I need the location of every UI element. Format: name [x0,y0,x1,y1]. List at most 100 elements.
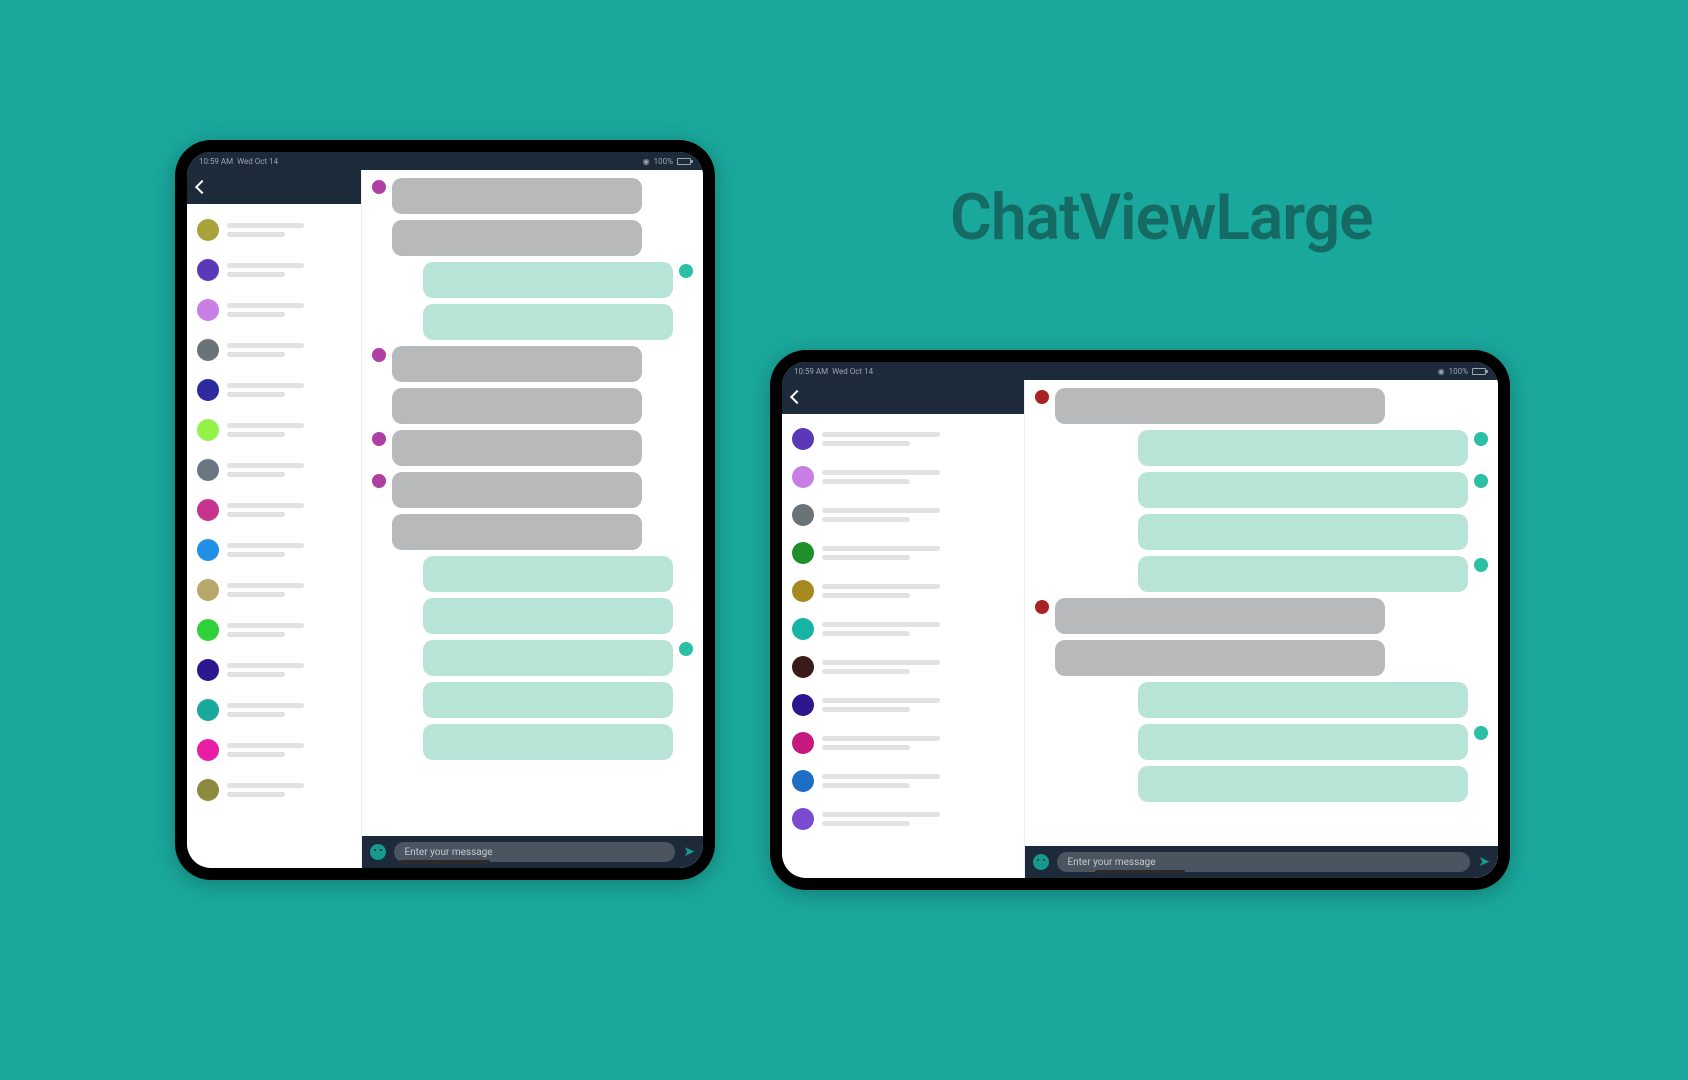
thread-item[interactable] [792,496,1018,534]
page-title: ChatViewLarge [950,180,1373,255]
sender-avatar [1474,474,1488,488]
message-outgoing [372,598,693,634]
message-bubble[interactable] [423,640,673,676]
thread-item[interactable] [197,690,355,730]
thread-item[interactable] [792,420,1018,458]
message-bubble[interactable] [423,556,673,592]
emoji-icon[interactable] [370,844,386,860]
avatar [197,379,219,401]
thread-item[interactable] [197,770,355,810]
thread-item[interactable] [197,410,355,450]
message-outgoing [1035,472,1488,508]
battery-icon [677,158,691,165]
avatar [792,466,814,488]
thread-item[interactable] [197,650,355,690]
message-bubble[interactable] [392,346,642,382]
thread-item[interactable] [792,534,1018,572]
thread-item[interactable] [197,610,355,650]
send-icon[interactable]: ➤ [1478,854,1490,870]
sender-avatar [679,264,693,278]
message-bubble[interactable] [1138,556,1468,592]
message-bubble[interactable] [392,220,642,256]
message-bubble[interactable] [1138,682,1468,718]
message-outgoing [1035,556,1488,592]
message-incoming [1035,640,1488,676]
message-input[interactable]: Enter your message [394,842,675,862]
message-bubble[interactable] [1138,766,1468,802]
thread-item[interactable] [792,610,1018,648]
message-bubble[interactable] [1138,472,1468,508]
sidebar [782,380,1025,878]
message-bubble[interactable] [423,262,673,298]
avatar [197,499,219,521]
thread-item[interactable] [792,572,1018,610]
thread-item[interactable] [792,800,1018,838]
thread-item[interactable] [792,724,1018,762]
message-bubble[interactable] [1055,640,1385,676]
avatar [792,580,814,602]
message-incoming [372,430,693,466]
emoji-icon[interactable] [1033,854,1049,870]
back-icon[interactable] [195,180,209,194]
thread-list[interactable] [782,414,1024,878]
thread-item[interactable] [197,730,355,770]
sender-avatar [372,348,386,362]
device-portrait: 10:59 AM Wed Oct 14 ◉ 100% Enter your me… [175,140,715,880]
device-landscape: 10:59 AM Wed Oct 14 ◉ 100% Enter your me… [770,350,1510,890]
thread-item[interactable] [197,210,355,250]
message-outgoing [372,640,693,676]
avatar [792,732,814,754]
sender-avatar [1035,600,1049,614]
thread-item[interactable] [197,490,355,530]
message-bubble[interactable] [392,472,642,508]
chat-pane: Enter your message ➤ [362,170,703,868]
message-bubble[interactable] [423,724,673,760]
thread-item[interactable] [197,370,355,410]
thread-item[interactable] [197,330,355,370]
message-bubble[interactable] [423,682,673,718]
home-indicator[interactable] [1095,870,1185,874]
sender-avatar [679,642,693,656]
home-indicator[interactable] [400,860,490,864]
thread-item[interactable] [792,686,1018,724]
message-bubble[interactable] [1138,724,1468,760]
message-bubble[interactable] [1055,388,1385,424]
message-bubble[interactable] [392,178,642,214]
message-outgoing [372,556,693,592]
message-bubble[interactable] [1138,514,1468,550]
avatar [197,339,219,361]
wifi-icon: ◉ [1438,367,1445,376]
avatar [197,419,219,441]
send-icon[interactable]: ➤ [683,844,695,860]
avatar [197,299,219,321]
message-outgoing [372,262,693,298]
back-icon[interactable] [790,390,804,404]
thread-item[interactable] [792,648,1018,686]
thread-item[interactable] [197,450,355,490]
avatar [197,699,219,721]
avatar [197,779,219,801]
thread-item[interactable] [792,762,1018,800]
thread-item[interactable] [792,458,1018,496]
message-outgoing [1035,682,1488,718]
thread-item[interactable] [197,250,355,290]
thread-item[interactable] [197,530,355,570]
message-outgoing [372,304,693,340]
message-incoming [1035,598,1488,634]
message-input[interactable]: Enter your message [1057,852,1470,872]
message-bubble[interactable] [392,430,642,466]
message-bubble[interactable] [1055,598,1385,634]
message-bubble[interactable] [392,388,642,424]
thread-list[interactable] [187,204,361,868]
sender-avatar [1474,558,1488,572]
status-bar: 10:59 AM Wed Oct 14 ◉ 100% [187,152,703,170]
thread-item[interactable] [197,570,355,610]
sender-avatar [372,180,386,194]
message-list[interactable] [1025,380,1498,846]
message-list[interactable] [362,170,703,836]
message-bubble[interactable] [1138,430,1468,466]
thread-item[interactable] [197,290,355,330]
message-bubble[interactable] [423,598,673,634]
message-bubble[interactable] [392,514,642,550]
message-bubble[interactable] [423,304,673,340]
